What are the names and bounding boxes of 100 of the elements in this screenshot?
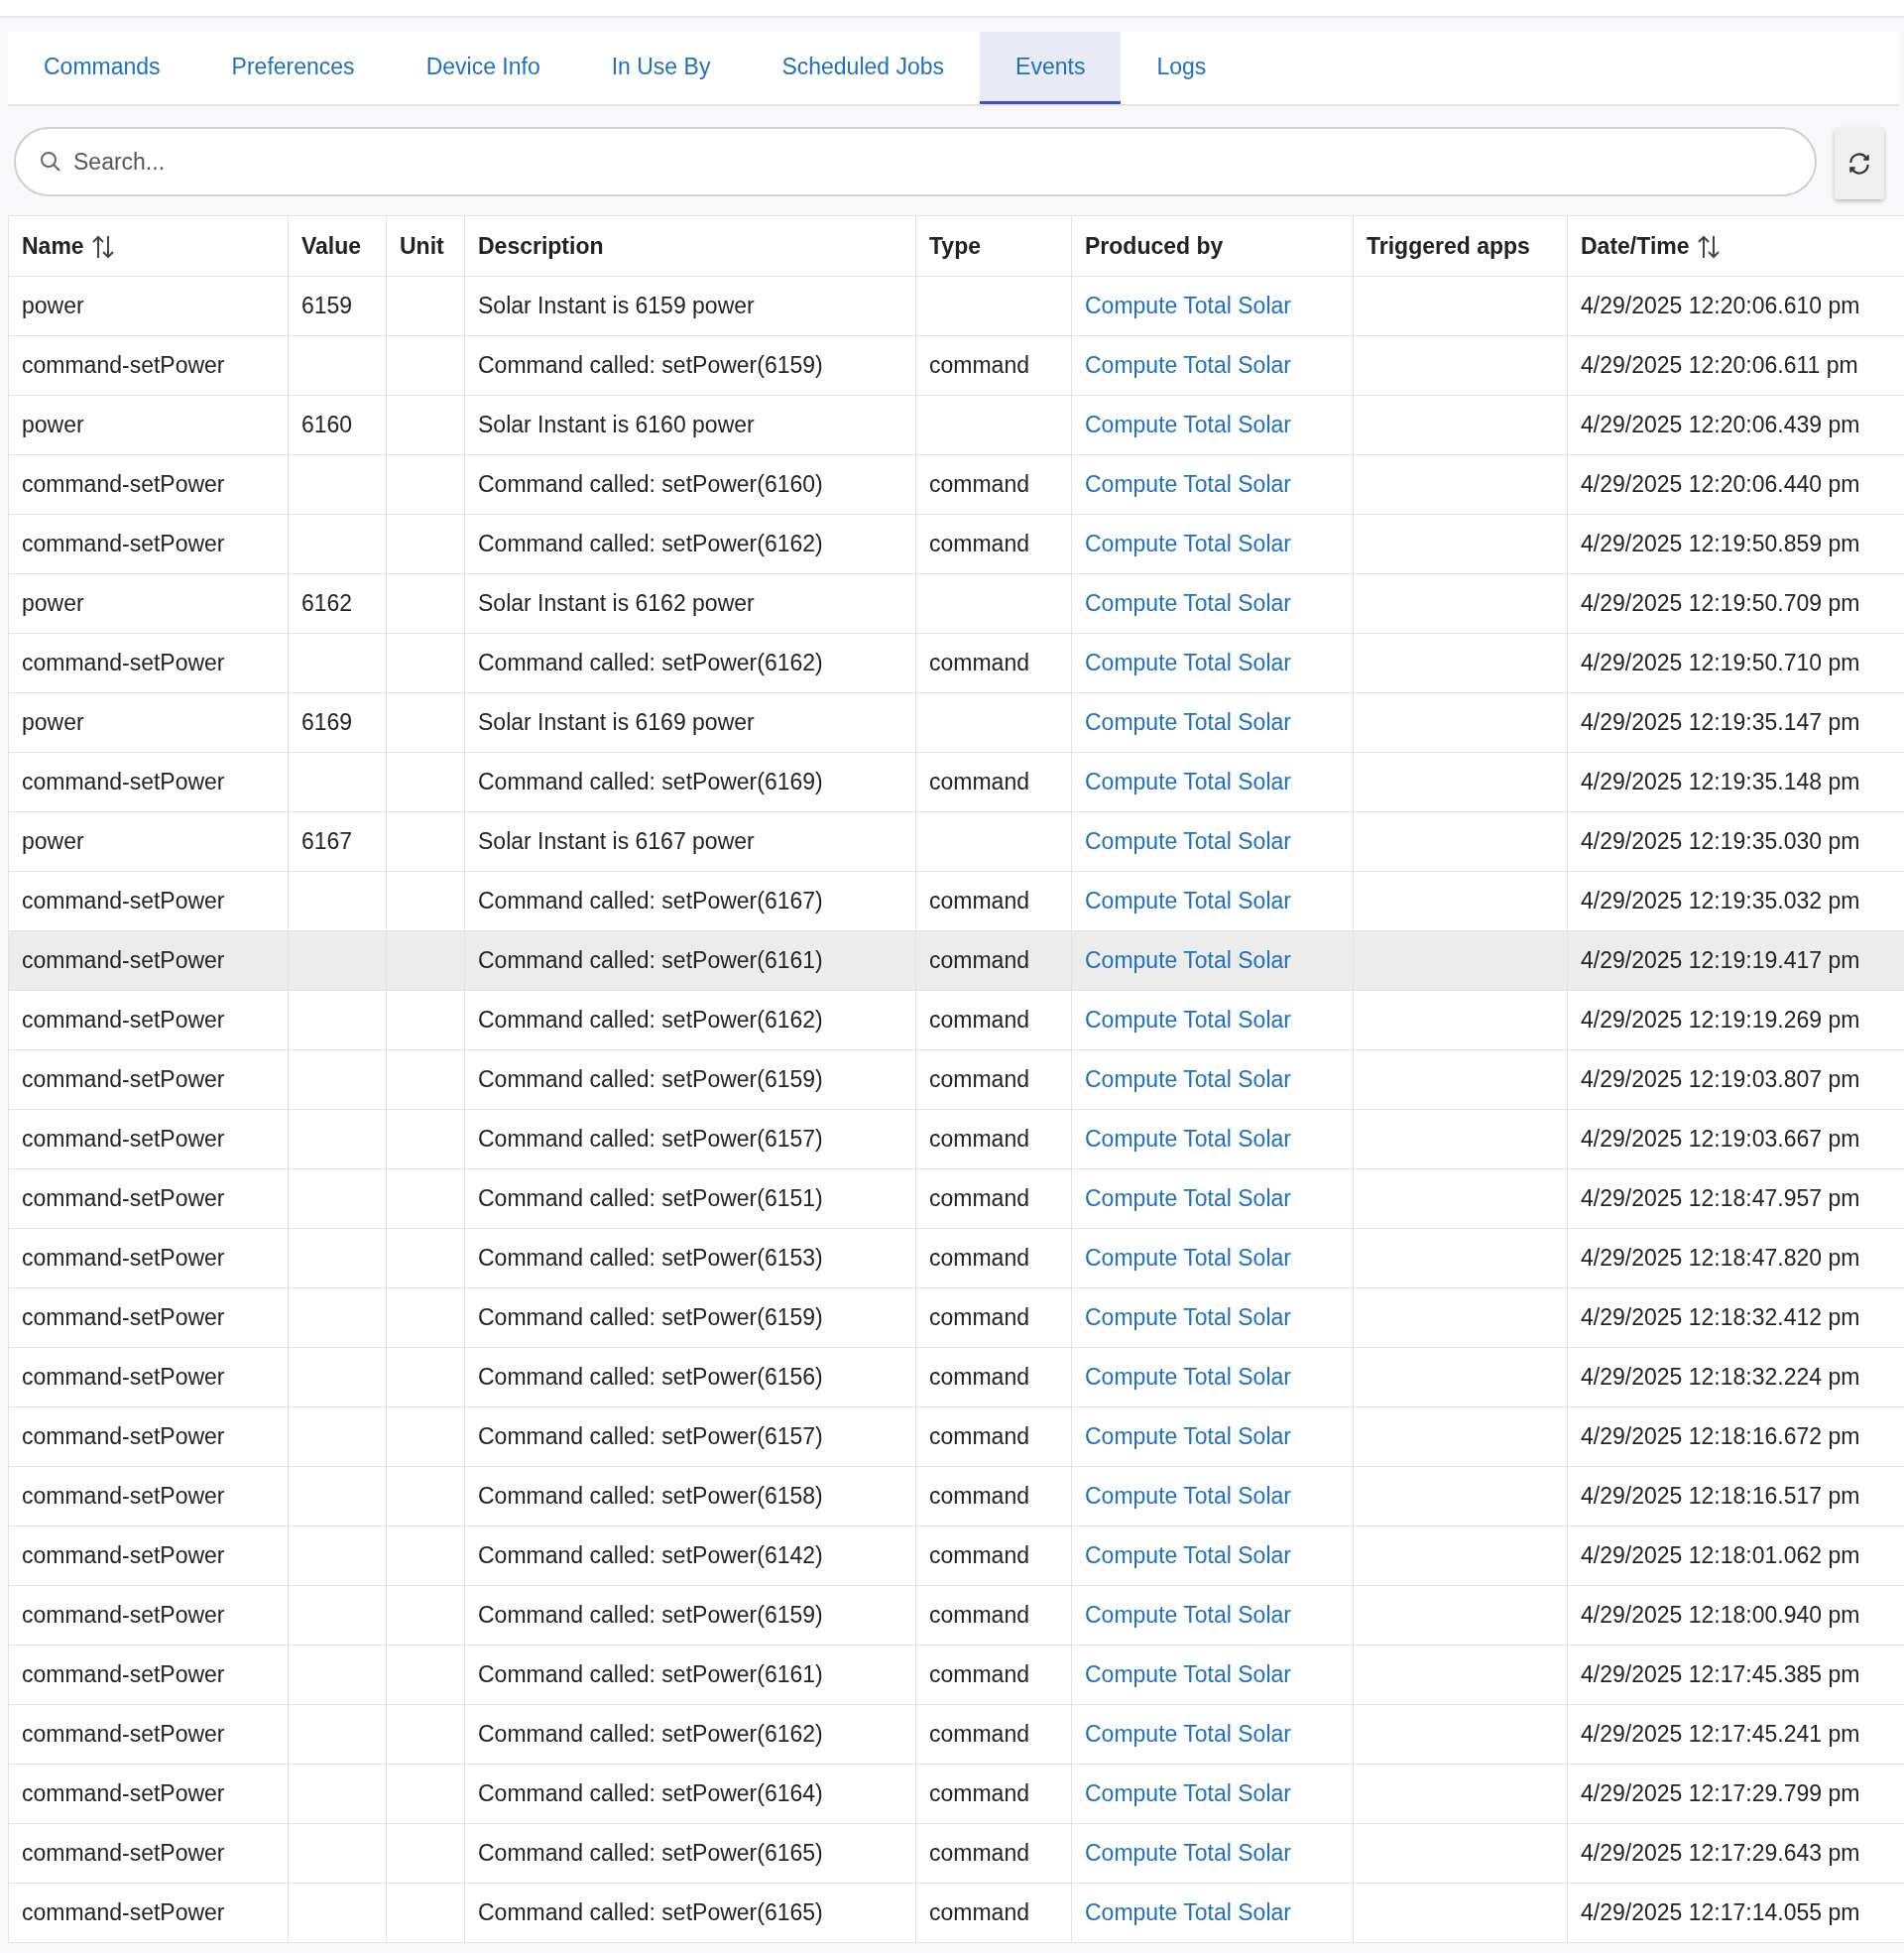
table-cell: command-setPower <box>8 1585 289 1646</box>
sort-icon[interactable] <box>91 233 114 260</box>
table-cell: command-setPower <box>8 1406 289 1467</box>
table-cell: command <box>915 1526 1072 1586</box>
table-cell: 6169 <box>288 692 387 753</box>
tab[interactable]: Device Info <box>390 32 576 104</box>
table-cell: command <box>915 1406 1072 1467</box>
table-cell: power <box>8 276 289 336</box>
table-cell: Command called: setPower(6169) <box>464 752 916 812</box>
column-title: Date/Time <box>1581 233 1690 260</box>
table-cell: Command called: setPower(6162) <box>464 514 916 574</box>
table-cell: command <box>915 1168 1072 1229</box>
search-icon <box>40 151 61 173</box>
table-cell: command-setPower <box>8 1526 289 1586</box>
table-cell: command <box>915 1704 1072 1765</box>
table-cell: command <box>915 871 1072 931</box>
table-cell: command <box>915 990 1072 1050</box>
table-cell: command-setPower <box>8 930 289 991</box>
table-cell: command-setPower <box>8 871 289 931</box>
table-cell: power <box>8 573 289 634</box>
table-cell: Command called: setPower(6159) <box>464 1585 916 1646</box>
column-title: Unit <box>400 233 444 260</box>
search-field[interactable]: Search... <box>14 127 1817 196</box>
tab[interactable]: In Use By <box>575 32 747 104</box>
table-cell: command-setPower <box>8 1347 289 1407</box>
table-cell: Command called: setPower(6167) <box>464 871 916 931</box>
table-cell: Solar Instant is 6160 power <box>464 395 916 455</box>
table-cell: command <box>915 633 1072 693</box>
table-cell: command <box>915 1585 1072 1646</box>
table-cell: command-setPower <box>8 1764 289 1824</box>
table-cell: command <box>915 1287 1072 1348</box>
table-cell: Command called: setPower(6161) <box>464 1645 916 1705</box>
table-cell: Command called: setPower(6159) <box>464 1049 916 1110</box>
table-cell: Solar Instant is 6167 power <box>464 811 916 872</box>
table-cell: 6167 <box>288 811 387 872</box>
table-cell: command-setPower <box>8 1645 289 1705</box>
refresh-icon <box>1846 151 1872 177</box>
table-cell: Command called: setPower(6161) <box>464 930 916 991</box>
table-cell: 6159 <box>288 276 387 336</box>
table-cell: command-setPower <box>8 752 289 812</box>
table-cell: Command called: setPower(6142) <box>464 1526 916 1586</box>
table-cell: command-setPower <box>8 335 289 396</box>
column-title: Produced by <box>1085 233 1224 260</box>
table-cell: 6160 <box>288 395 387 455</box>
table-cell: command <box>915 752 1072 812</box>
table-cell: Command called: setPower(6156) <box>464 1347 916 1407</box>
column-title: Name <box>22 233 84 260</box>
tab[interactable]: Scheduled Jobs <box>746 32 981 104</box>
table-cell: command-setPower <box>8 1109 289 1169</box>
table-cell: Command called: setPower(6157) <box>464 1406 916 1467</box>
table-cell: Command called: setPower(6162) <box>464 633 916 693</box>
sort-icon[interactable] <box>1697 233 1720 260</box>
column-title: Triggered apps <box>1367 233 1530 260</box>
table-cell: Command called: setPower(6159) <box>464 335 916 396</box>
table-cell: command <box>915 454 1072 515</box>
table-cell: command-setPower <box>8 633 289 693</box>
table-cell: power <box>8 395 289 455</box>
table-cell: command <box>915 1347 1072 1407</box>
tab[interactable]: Logs <box>1121 32 1243 104</box>
table-cell: Solar Instant is 6162 power <box>464 573 916 634</box>
table-cell: Command called: setPower(6159) <box>464 1287 916 1348</box>
table-cell: command <box>915 930 1072 991</box>
table-cell: Command called: setPower(6164) <box>464 1764 916 1824</box>
table-cell: command-setPower <box>8 990 289 1050</box>
table-cell: command <box>915 1466 1072 1526</box>
table-cell: Command called: setPower(6151) <box>464 1168 916 1229</box>
table-cell: command-setPower <box>8 514 289 574</box>
table-cell: 6162 <box>288 573 387 634</box>
table-cell: Solar Instant is 6169 power <box>464 692 916 753</box>
table-cell: Command called: setPower(6165) <box>464 1823 916 1884</box>
table-cell: command-setPower <box>8 1704 289 1765</box>
column-title: Description <box>478 233 604 260</box>
table-cell: command <box>915 514 1072 574</box>
table-cell: command-setPower <box>8 1287 289 1348</box>
table-cell: command <box>915 1228 1072 1288</box>
table-cell: Command called: setPower(6160) <box>464 454 916 515</box>
table-cell: power <box>8 811 289 872</box>
tab[interactable]: Commands <box>8 32 196 104</box>
table-cell: command-setPower <box>8 1466 289 1526</box>
table-cell: Command called: setPower(6162) <box>464 1704 916 1765</box>
table-cell: command-setPower <box>8 1228 289 1288</box>
table-cell: command <box>915 1645 1072 1705</box>
table-cell: command-setPower <box>8 1823 289 1884</box>
table-cell: command <box>915 1823 1072 1884</box>
table-cell: command-setPower <box>8 454 289 515</box>
table-cell: command <box>915 1109 1072 1169</box>
table-cell: command <box>915 1883 1072 1943</box>
table-cell: Command called: setPower(6153) <box>464 1228 916 1288</box>
table-cell: Command called: setPower(6158) <box>464 1466 916 1526</box>
table-cell: Command called: setPower(6165) <box>464 1883 916 1943</box>
table-cell: command <box>915 1049 1072 1110</box>
table-cell: command-setPower <box>8 1049 289 1110</box>
table-cell: command <box>915 335 1072 396</box>
tab[interactable]: Preferences <box>195 32 391 104</box>
table-cell: power <box>8 692 289 753</box>
refresh-button[interactable] <box>1835 128 1884 199</box>
column-title: Type <box>929 233 981 260</box>
table-cell: 4/29/2025 12:19:19.417 pm <box>1567 930 1904 991</box>
tab[interactable]: Events <box>980 32 1122 104</box>
table-cell: Solar Instant is 6159 power <box>464 276 916 336</box>
